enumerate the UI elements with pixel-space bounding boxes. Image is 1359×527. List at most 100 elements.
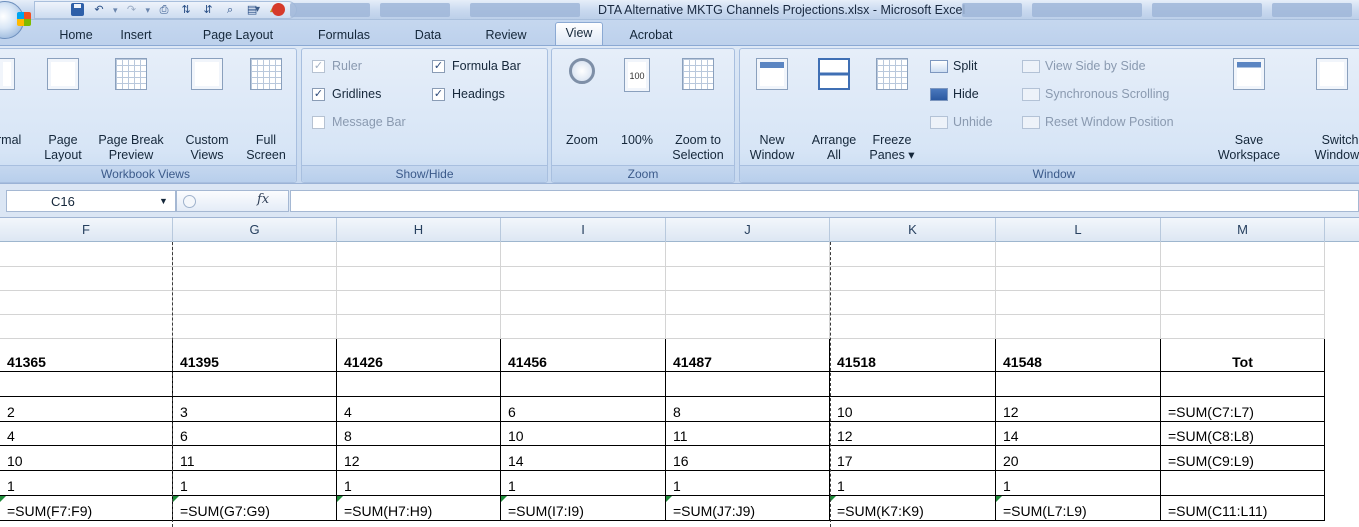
- split-button[interactable]: Split: [930, 57, 977, 75]
- cell-f[interactable]: [0, 372, 173, 397]
- cell-h[interactable]: [337, 242, 501, 267]
- cell-m[interactable]: Tot: [1161, 339, 1325, 372]
- cell-h[interactable]: [337, 372, 501, 397]
- cell-l[interactable]: [996, 291, 1161, 315]
- reset-window-position-button[interactable]: Reset Window Position: [1022, 113, 1174, 131]
- cell-f[interactable]: [0, 242, 173, 267]
- save-icon[interactable]: [69, 3, 85, 17]
- cell-m[interactable]: [1161, 242, 1325, 267]
- synchronous-scrolling-button[interactable]: Synchronous Scrolling: [1022, 85, 1169, 103]
- cell-i[interactable]: 10: [501, 422, 666, 446]
- formula-input[interactable]: [290, 190, 1359, 212]
- cell-m[interactable]: [1161, 291, 1325, 315]
- cell-i[interactable]: 1: [501, 471, 666, 496]
- column-header-j[interactable]: J: [666, 218, 830, 242]
- cell-g[interactable]: [173, 372, 337, 397]
- cell-f[interactable]: 1: [0, 471, 173, 496]
- cell-g[interactable]: [173, 242, 337, 267]
- tab-insert[interactable]: Insert: [112, 26, 160, 45]
- cell-j[interactable]: 41487: [666, 339, 830, 372]
- column-header-f[interactable]: F: [0, 218, 173, 242]
- cell-h[interactable]: =SUM(H7:H9): [337, 496, 501, 521]
- cell-l[interactable]: [996, 315, 1161, 339]
- switch-windows-button[interactable]: Switch Windows: [1294, 50, 1359, 162]
- hide-button[interactable]: Hide: [930, 85, 979, 103]
- tab-view[interactable]: View: [555, 22, 603, 46]
- customize-toolbar-icon[interactable]: ▾: [255, 4, 260, 15]
- cell-g[interactable]: [173, 267, 337, 291]
- cell-g[interactable]: [173, 315, 337, 339]
- cell-l[interactable]: [996, 372, 1161, 397]
- full-screen-button[interactable]: Full Screen: [239, 50, 293, 162]
- cell-l[interactable]: 20: [996, 446, 1161, 471]
- cell-k[interactable]: [830, 291, 996, 315]
- cell-l[interactable]: 41548: [996, 339, 1161, 372]
- freeze-panes-button[interactable]: Freeze Panes ▾: [866, 50, 918, 162]
- cell-m[interactable]: [1161, 315, 1325, 339]
- cell-f[interactable]: 41365: [0, 339, 173, 372]
- cell-k[interactable]: 17: [830, 446, 996, 471]
- cell-m[interactable]: [1161, 372, 1325, 397]
- cell-i[interactable]: =SUM(I7:I9): [501, 496, 666, 521]
- cell-k[interactable]: 12: [830, 422, 996, 446]
- cell-j[interactable]: 11: [666, 422, 830, 446]
- column-header-l[interactable]: L: [996, 218, 1161, 242]
- save-workspace-button[interactable]: Save Workspace: [1216, 50, 1282, 162]
- cell-m[interactable]: =SUM(C7:L7): [1161, 397, 1325, 422]
- cell-k[interactable]: 41518: [830, 339, 996, 372]
- print-preview-icon[interactable]: ⌕: [222, 3, 238, 17]
- redo-icon[interactable]: ↷: [124, 3, 140, 17]
- cell-l[interactable]: =SUM(L7:L9): [996, 496, 1161, 521]
- cell-j[interactable]: [666, 242, 830, 267]
- column-header-k[interactable]: K: [830, 218, 996, 242]
- tab-home[interactable]: Home: [52, 26, 100, 45]
- cell-l[interactable]: [996, 267, 1161, 291]
- cell-f[interactable]: 2: [0, 397, 173, 422]
- headings-checkbox[interactable]: ✓ Headings: [432, 85, 505, 103]
- cell-m[interactable]: =SUM(C9:L9): [1161, 446, 1325, 471]
- cell-j[interactable]: =SUM(J7:J9): [666, 496, 830, 521]
- cell-h[interactable]: [337, 291, 501, 315]
- name-box-dropdown-icon[interactable]: ▼: [159, 196, 168, 206]
- cell-g[interactable]: 11: [173, 446, 337, 471]
- arrange-all-button[interactable]: Arrange All: [806, 50, 862, 162]
- cell-k[interactable]: 10: [830, 397, 996, 422]
- sort-ascending-icon[interactable]: ⇅: [178, 3, 194, 17]
- tab-acrobat[interactable]: Acrobat: [618, 26, 684, 45]
- message-bar-checkbox[interactable]: Message Bar: [312, 113, 406, 131]
- gridlines-checkbox[interactable]: ✓ Gridlines: [312, 85, 381, 103]
- cell-h[interactable]: [337, 315, 501, 339]
- undo-icon[interactable]: ↶: [91, 3, 107, 17]
- cell-j[interactable]: 8: [666, 397, 830, 422]
- name-box[interactable]: C16 ▼: [6, 190, 176, 212]
- unhide-button[interactable]: Unhide: [930, 113, 993, 131]
- cell-h[interactable]: 41426: [337, 339, 501, 372]
- cell-i[interactable]: 14: [501, 446, 666, 471]
- cell-k[interactable]: [830, 372, 996, 397]
- cell-i[interactable]: [501, 315, 666, 339]
- page-break-preview-button[interactable]: Page Break Preview: [93, 50, 169, 162]
- cell-l[interactable]: 14: [996, 422, 1161, 446]
- cell-k[interactable]: =SUM(K7:K9): [830, 496, 996, 521]
- cell-i[interactable]: 6: [501, 397, 666, 422]
- cell-l[interactable]: 1: [996, 471, 1161, 496]
- cell-f[interactable]: [0, 267, 173, 291]
- cell-f[interactable]: [0, 315, 173, 339]
- new-window-button[interactable]: New Window: [744, 50, 800, 162]
- cell-m[interactable]: [1161, 267, 1325, 291]
- tab-formulas[interactable]: Formulas: [312, 26, 376, 45]
- normal-view-button[interactable]: rmal: [0, 50, 21, 160]
- cell-g[interactable]: 6: [173, 422, 337, 446]
- cell-h[interactable]: 4: [337, 397, 501, 422]
- cell-j[interactable]: [666, 315, 830, 339]
- cell-g[interactable]: =SUM(G7:G9): [173, 496, 337, 521]
- cell-j[interactable]: [666, 267, 830, 291]
- ruler-checkbox[interactable]: ✓ Ruler: [312, 57, 362, 75]
- sort-descending-icon[interactable]: ⇵: [200, 3, 216, 17]
- cell-m[interactable]: [1161, 471, 1325, 496]
- column-header-g[interactable]: G: [173, 218, 337, 242]
- worksheet-grid[interactable]: 41365 41395 41426 41456 41487 41518 41548 Tot 2 3…: [0, 242, 1359, 527]
- cell-k[interactable]: [830, 242, 996, 267]
- cell-m[interactable]: =SUM(C11:L11): [1161, 496, 1325, 521]
- print-icon[interactable]: ⎙: [156, 3, 172, 17]
